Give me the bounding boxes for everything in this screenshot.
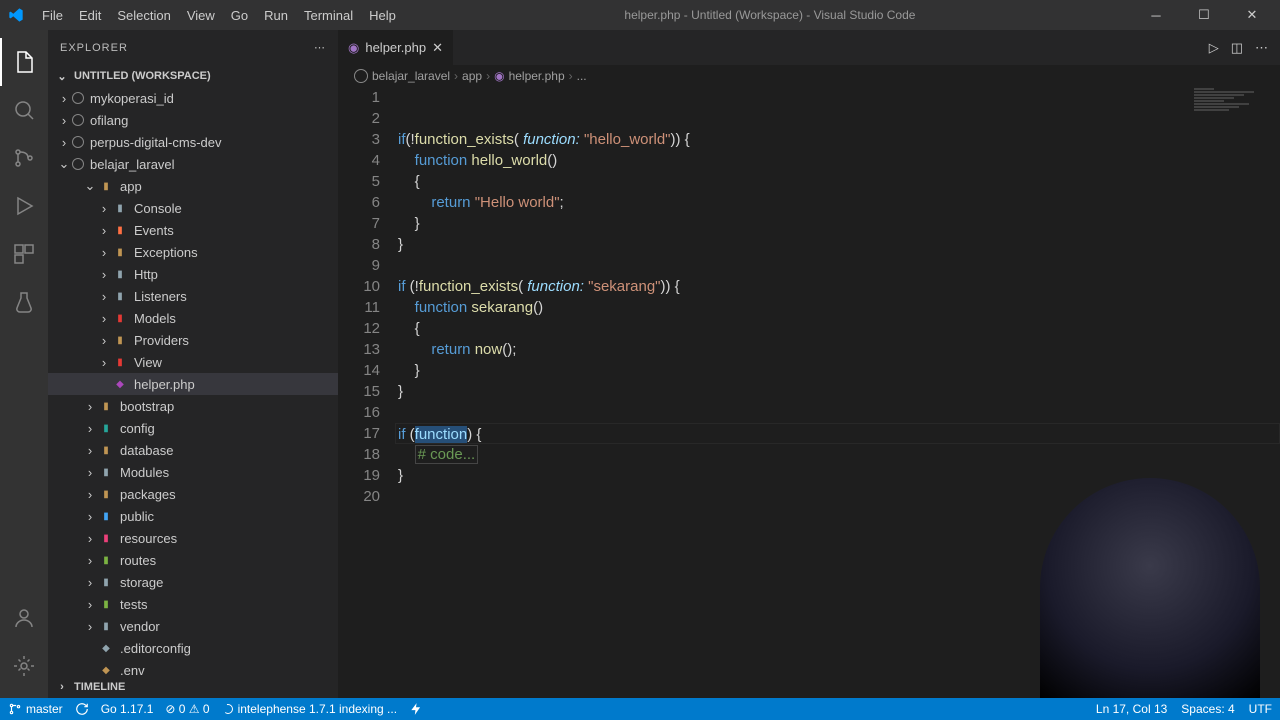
tree-item-.editorconfig[interactable]: ◆.editorconfig: [48, 637, 338, 659]
tree-item-Models[interactable]: ›▮Models: [48, 307, 338, 329]
explorer-sidebar: EXPLORER ⋯ ⌄UNTITLED (WORKSPACE) ›mykope…: [48, 30, 338, 698]
activity-bar: [0, 30, 48, 698]
status-live-icon[interactable]: [409, 702, 423, 716]
menu-go[interactable]: Go: [223, 4, 256, 27]
explorer-more-icon[interactable]: ⋯: [314, 41, 326, 54]
statusbar: master Go 1.17.1 ⊘ 0 ⚠ 0 intelephense 1.…: [0, 698, 1280, 720]
tree-item-Console[interactable]: ›▮Console: [48, 197, 338, 219]
tree-item-database[interactable]: ›▮database: [48, 439, 338, 461]
file-tree: ›mykoperasi_id›ofilang›perpus-digital-cm…: [48, 87, 338, 676]
tree-item-resources[interactable]: ›▮resources: [48, 527, 338, 549]
tree-item-packages[interactable]: ›▮packages: [48, 483, 338, 505]
split-editor-icon[interactable]: ◫: [1231, 40, 1243, 56]
search-icon[interactable]: [0, 86, 48, 134]
tree-item-Listeners[interactable]: ›▮Listeners: [48, 285, 338, 307]
tree-item-helper.php[interactable]: ◆helper.php: [48, 373, 338, 395]
accounts-icon[interactable]: [0, 594, 48, 642]
source-control-icon[interactable]: [0, 134, 48, 182]
minimize-button[interactable]: ─: [1136, 1, 1176, 29]
tree-item-tests[interactable]: ›▮tests: [48, 593, 338, 615]
tree-item-public[interactable]: ›▮public: [48, 505, 338, 527]
menu-selection[interactable]: Selection: [109, 4, 178, 27]
tree-item-Http[interactable]: ›▮Http: [48, 263, 338, 285]
tree-root-mykoperasi_id[interactable]: ›mykoperasi_id: [48, 87, 338, 109]
tree-item-Events[interactable]: ›▮Events: [48, 219, 338, 241]
tree-item-View[interactable]: ›▮View: [48, 351, 338, 373]
webcam-overlay: [1040, 478, 1260, 698]
editor-area: ◉ helper.php ✕ ▷ ◫ ⋯ belajar_laravel› ap…: [338, 30, 1280, 698]
tree-item-Modules[interactable]: ›▮Modules: [48, 461, 338, 483]
status-cursor-position[interactable]: Ln 17, Col 13: [1096, 702, 1167, 716]
workspace-section-header[interactable]: ⌄UNTITLED (WORKSPACE): [48, 65, 338, 87]
tree-root-perpus-digital-cms-dev[interactable]: ›perpus-digital-cms-dev: [48, 131, 338, 153]
menu-edit[interactable]: Edit: [71, 4, 109, 27]
menu-run[interactable]: Run: [256, 4, 296, 27]
tree-item-Exceptions[interactable]: ›▮Exceptions: [48, 241, 338, 263]
menu-help[interactable]: Help: [361, 4, 404, 27]
status-indexing[interactable]: intelephense 1.7.1 indexing ...: [222, 702, 397, 716]
window-title: helper.php - Untitled (Workspace) - Visu…: [404, 8, 1136, 22]
tree-item-.env[interactable]: ◆.env: [48, 659, 338, 676]
testing-icon[interactable]: [0, 278, 48, 326]
tree-item-config[interactable]: ›▮config: [48, 417, 338, 439]
menu-terminal[interactable]: Terminal: [296, 4, 361, 27]
maximize-button[interactable]: ☐: [1184, 1, 1224, 29]
tree-item-Providers[interactable]: ›▮Providers: [48, 329, 338, 351]
status-indentation[interactable]: Spaces: 4: [1181, 702, 1234, 716]
status-sync[interactable]: [75, 702, 89, 716]
vscode-logo-icon: [8, 7, 24, 23]
run-file-icon[interactable]: ▷: [1209, 40, 1219, 56]
status-branch[interactable]: master: [8, 702, 63, 716]
tree-item-bootstrap[interactable]: ›▮bootstrap: [48, 395, 338, 417]
settings-gear-icon[interactable]: [0, 642, 48, 690]
tree-item-storage[interactable]: ›▮storage: [48, 571, 338, 593]
tree-root-belajar_laravel[interactable]: ⌄belajar_laravel: [48, 153, 338, 175]
tab-close-icon[interactable]: ✕: [432, 40, 443, 56]
timeline-section-header[interactable]: ›TIMELINE: [48, 676, 338, 698]
minimap[interactable]: [1190, 87, 1280, 187]
status-go-version[interactable]: Go 1.17.1: [101, 702, 154, 716]
titlebar: FileEditSelectionViewGoRunTerminalHelp h…: [0, 0, 1280, 30]
status-encoding[interactable]: UTF: [1249, 702, 1272, 716]
php-file-icon: ◉: [348, 40, 359, 56]
run-debug-icon[interactable]: [0, 182, 48, 230]
editor-more-icon[interactable]: ⋯: [1255, 40, 1268, 56]
explorer-icon[interactable]: [0, 38, 48, 86]
menu-view[interactable]: View: [179, 4, 223, 27]
close-window-button[interactable]: ✕: [1232, 1, 1272, 29]
tab-helper-php[interactable]: ◉ helper.php ✕: [338, 30, 454, 65]
tree-item-app[interactable]: ⌄▮app: [48, 175, 338, 197]
breadcrumb[interactable]: belajar_laravel› app› ◉ helper.php› ...: [338, 65, 1280, 87]
extensions-icon[interactable]: [0, 230, 48, 278]
breadcrumb-root-icon: [354, 69, 368, 83]
menu-file[interactable]: File: [34, 4, 71, 27]
editor-tabs: ◉ helper.php ✕ ▷ ◫ ⋯: [338, 30, 1280, 65]
tree-root-ofilang[interactable]: ›ofilang: [48, 109, 338, 131]
tree-item-routes[interactable]: ›▮routes: [48, 549, 338, 571]
tree-item-vendor[interactable]: ›▮vendor: [48, 615, 338, 637]
status-problems[interactable]: ⊘ 0 ⚠ 0: [165, 702, 209, 716]
explorer-title: EXPLORER: [60, 42, 128, 54]
